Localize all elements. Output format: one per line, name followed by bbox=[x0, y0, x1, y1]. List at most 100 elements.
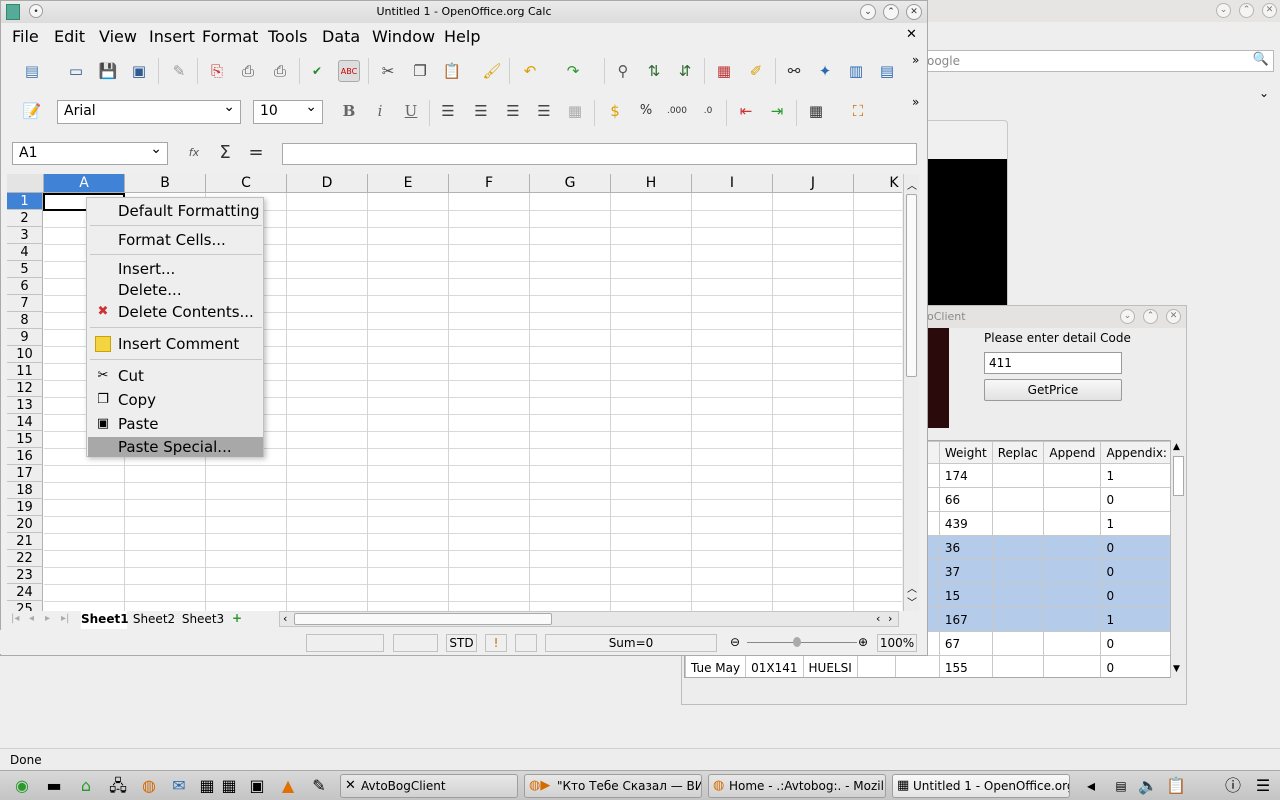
row-header[interactable]: 14 bbox=[7, 414, 43, 431]
close-icon[interactable]: ✕ bbox=[1166, 309, 1181, 324]
row-header[interactable]: 2 bbox=[7, 210, 43, 227]
text-editor-icon[interactable]: ✎ bbox=[308, 775, 330, 797]
hyperlink-icon[interactable]: ⚲ bbox=[612, 60, 634, 82]
new-document-icon[interactable]: ▤ bbox=[21, 60, 43, 82]
column-header[interactable]: Weight bbox=[938, 441, 993, 464]
save-as-icon[interactable]: ▣ bbox=[128, 60, 150, 82]
table-row[interactable]: Tue May 01X141 HUELSI 155 0 bbox=[685, 655, 1173, 677]
row-header[interactable]: 19 bbox=[7, 499, 43, 516]
menu-data[interactable]: Data bbox=[322, 27, 360, 46]
next-sheet-icon[interactable]: ▸ bbox=[45, 613, 50, 624]
task-avtobogclient[interactable]: ✕ AvtoBogClient bbox=[340, 774, 518, 798]
menu-item-insert-comment[interactable]: Insert Comment bbox=[118, 334, 239, 354]
prev-sheet-icon[interactable]: ◂ bbox=[29, 613, 34, 624]
print-icon[interactable]: ⎙ bbox=[237, 60, 259, 82]
taskbar-arrow-icon[interactable]: ◂ bbox=[1080, 775, 1102, 797]
row-header[interactable]: 16 bbox=[7, 448, 43, 465]
menu-icon[interactable]: • bbox=[29, 4, 43, 18]
scroll-up-icon[interactable]: ▲ bbox=[1173, 442, 1180, 452]
add-decimal-icon[interactable]: .000 bbox=[666, 100, 688, 122]
row-header[interactable]: 13 bbox=[7, 397, 43, 414]
underline-icon[interactable]: U bbox=[400, 100, 422, 122]
name-box[interactable]: A1 bbox=[12, 141, 168, 165]
merge-cells-icon[interactable]: ▦ bbox=[564, 100, 586, 122]
menu-item-insert[interactable]: Insert... bbox=[118, 259, 175, 279]
task-openoffice[interactable]: ▦ Untitled 1 - OpenOffice.org bbox=[892, 774, 1070, 798]
row-header[interactable]: 11 bbox=[7, 363, 43, 380]
menu-format[interactable]: Format bbox=[202, 27, 258, 46]
print-preview-icon[interactable]: ⎙ bbox=[269, 60, 291, 82]
row-header[interactable]: 6 bbox=[7, 278, 43, 295]
row-header[interactable]: 17 bbox=[7, 465, 43, 482]
copy-icon[interactable]: ❐ bbox=[409, 60, 431, 82]
scroll-down-icon[interactable]: ﹀ bbox=[907, 594, 917, 609]
mail-icon[interactable]: ✉ bbox=[168, 775, 190, 797]
scroll-up-icon[interactable]: ︿ bbox=[907, 580, 917, 595]
edit-file-icon[interactable]: ✎ bbox=[168, 60, 190, 82]
menu-view[interactable]: View bbox=[99, 27, 137, 46]
toolbar-overflow-icon[interactable]: » bbox=[912, 53, 919, 67]
column-header-a[interactable]: A bbox=[44, 174, 125, 193]
menu-edit[interactable]: Edit bbox=[54, 27, 85, 46]
firefox-search-input[interactable]: oogle 🔍 bbox=[918, 50, 1274, 72]
gallery-icon[interactable]: ▥ bbox=[845, 60, 867, 82]
scroll-up-icon[interactable]: ︿ bbox=[907, 177, 917, 192]
zoom-slider[interactable]: ⊖ ⊕ bbox=[725, 634, 873, 652]
maximize-icon[interactable]: ⌃ bbox=[883, 4, 899, 20]
detail-code-input[interactable]: 411 bbox=[984, 352, 1122, 374]
add-sheet-icon[interactable]: + bbox=[232, 611, 242, 625]
export-pdf-icon[interactable]: ⎘ bbox=[206, 60, 228, 82]
minimize-icon[interactable]: ⌄ bbox=[1216, 3, 1231, 18]
network-icon[interactable]: 🖧 bbox=[107, 775, 129, 797]
styles-icon[interactable]: 📝 bbox=[21, 100, 43, 122]
zoom-level[interactable]: 100% bbox=[877, 634, 917, 652]
font-size-select[interactable]: 10 bbox=[253, 99, 323, 124]
column-header-c[interactable]: C bbox=[206, 174, 287, 193]
redo-icon[interactable]: ↷ bbox=[562, 60, 584, 82]
font-name-select[interactable]: Arial bbox=[57, 99, 241, 124]
navigator-icon[interactable]: ✦ bbox=[814, 60, 836, 82]
menu-item-copy[interactable]: Copy bbox=[118, 390, 156, 410]
column-header-j[interactable]: J bbox=[773, 174, 854, 193]
row-header[interactable]: 9 bbox=[7, 329, 43, 346]
selection-mode[interactable]: STD bbox=[446, 634, 477, 652]
get-price-button[interactable]: GetPrice bbox=[984, 379, 1122, 401]
menu-help[interactable]: Help bbox=[444, 27, 480, 46]
borders-icon[interactable]: ▦ bbox=[805, 100, 827, 122]
close-icon[interactable]: ✕ bbox=[1262, 3, 1277, 18]
home-icon[interactable]: ⌂ bbox=[75, 775, 97, 797]
search-icon[interactable]: 🔍 bbox=[1253, 52, 1269, 67]
column-header-g[interactable]: G bbox=[530, 174, 611, 193]
column-header[interactable]: Replac bbox=[991, 441, 1045, 464]
row-header[interactable]: 1 bbox=[7, 193, 43, 210]
firefox-icon[interactable]: ◍ bbox=[138, 775, 160, 797]
formula-icon[interactable]: = bbox=[245, 142, 267, 164]
paste-icon[interactable]: 📋 bbox=[441, 60, 463, 82]
menu-item-format-cells[interactable]: Format Cells... bbox=[118, 230, 226, 250]
column-header-d[interactable]: D bbox=[287, 174, 368, 193]
sort-ascending-icon[interactable]: ⇅ bbox=[643, 60, 665, 82]
volume-icon[interactable]: 🔈 bbox=[1137, 775, 1159, 797]
align-left-icon[interactable]: ☰ bbox=[437, 100, 459, 122]
function-wizard-icon[interactable]: fx bbox=[183, 142, 205, 164]
minimize-icon[interactable]: ⌄ bbox=[1120, 309, 1135, 324]
undo-icon[interactable]: ↶ bbox=[519, 60, 541, 82]
column-header[interactable]: Append bbox=[1043, 441, 1102, 464]
formula-input[interactable] bbox=[282, 143, 917, 165]
row-header[interactable]: 8 bbox=[7, 312, 43, 329]
open-icon[interactable]: ▭ bbox=[65, 60, 87, 82]
sheet-vertical-scrollbar[interactable]: ︿ ︿ ﹀ bbox=[903, 174, 919, 611]
zoom-in-icon[interactable]: ⊕ bbox=[858, 634, 868, 650]
panel-settings-icon[interactable]: ☰ bbox=[1252, 775, 1274, 797]
justify-icon[interactable]: ☰ bbox=[533, 100, 555, 122]
sort-descending-icon[interactable]: ⇵ bbox=[674, 60, 696, 82]
scroll-left-icon[interactable]: ‹ bbox=[876, 612, 880, 625]
tab-sheet1[interactable]: Sheet1 bbox=[81, 611, 129, 629]
scroll-left-icon[interactable]: ‹ bbox=[283, 612, 287, 625]
row-header[interactable]: 18 bbox=[7, 482, 43, 499]
show-draw-functions-icon[interactable]: ✐ bbox=[745, 60, 767, 82]
menu-item-paste-special[interactable]: Paste Special... bbox=[118, 437, 232, 457]
delete-decimal-icon[interactable]: .0 bbox=[697, 100, 719, 122]
task-firefox-video[interactable]: ◍▶ "Кто Тебе Сказал — ВИ bbox=[524, 774, 702, 798]
column-header-k[interactable]: K bbox=[854, 174, 902, 193]
